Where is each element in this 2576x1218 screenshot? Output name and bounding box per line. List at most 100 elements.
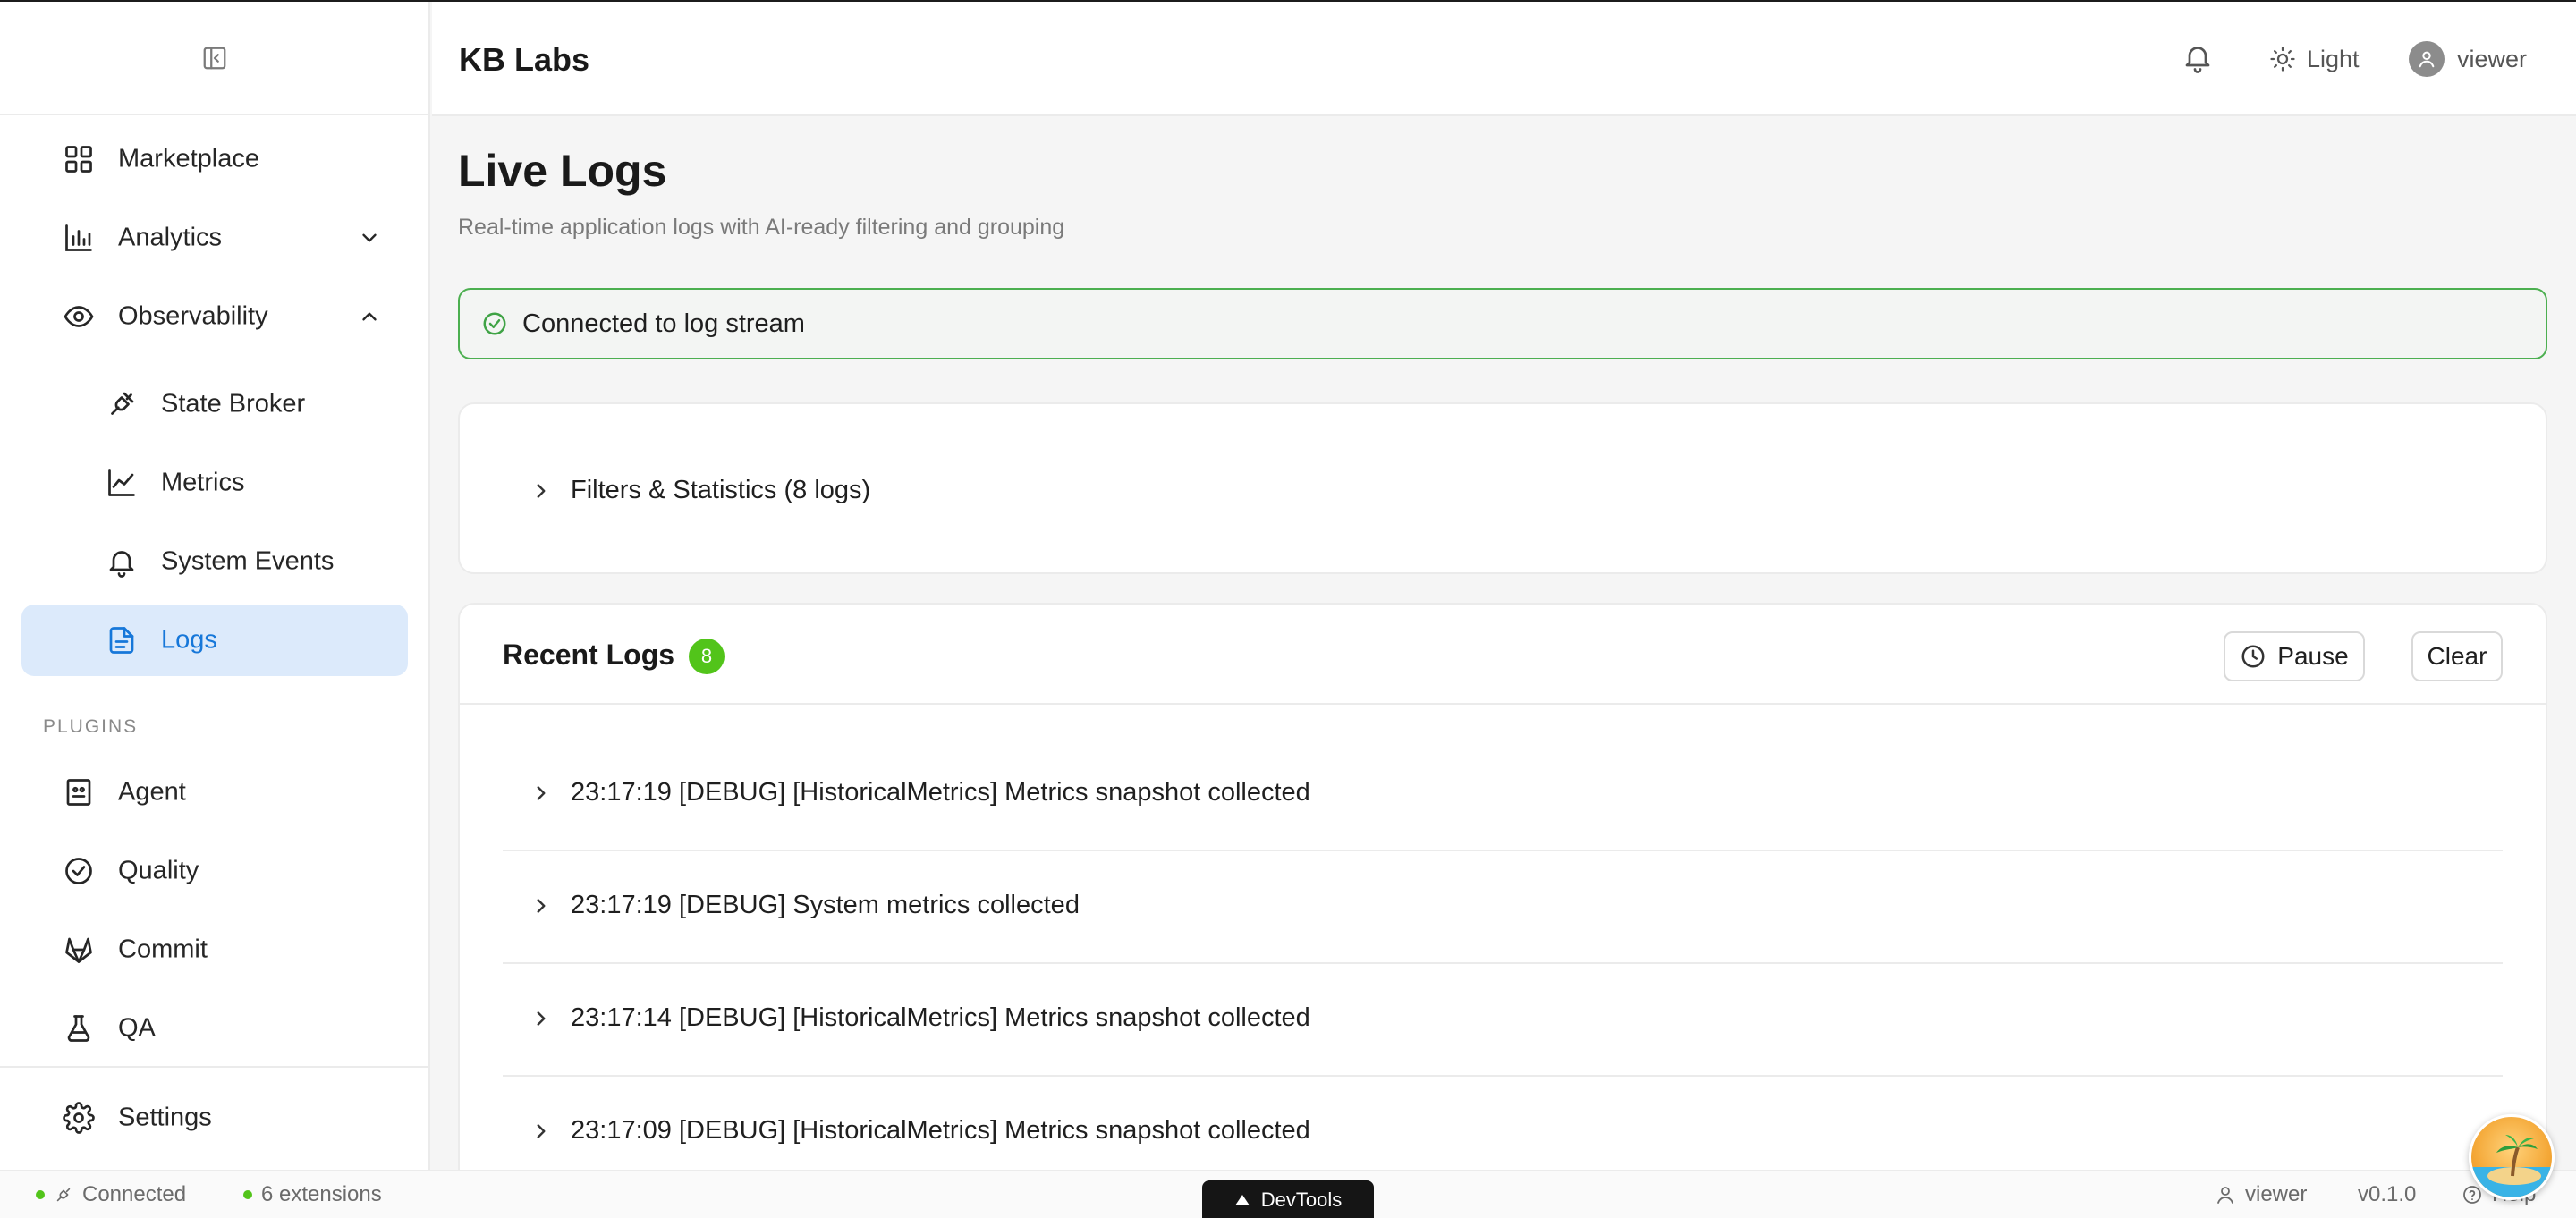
flask-icon (67, 1015, 90, 1042)
log-entry-toggle[interactable]: 23:17:14 [DEBUG] [HistoricalMetrics] Met… (530, 1003, 1310, 1033)
chevron-right-icon (537, 483, 546, 498)
user-icon (2217, 1187, 2233, 1204)
eye-icon (64, 306, 94, 327)
sidebar-item-label: Observability (118, 301, 268, 331)
status-dot (243, 1190, 252, 1199)
triangle-up-icon (1234, 1195, 1250, 1205)
grid-icon (65, 146, 92, 173)
gear-icon (63, 1102, 95, 1134)
sidebar-item-label: System Events (161, 546, 335, 576)
status-bar: Connected 6 extensions DevTools viewer v… (0, 1170, 2576, 1218)
line-chart-icon (108, 469, 135, 496)
chevron-right-icon (537, 898, 546, 913)
sidebar-item-metrics[interactable]: Metrics (21, 447, 408, 519)
sidebar-item-settings[interactable]: Settings (21, 1082, 408, 1154)
user-menu-button[interactable]: viewer (2409, 38, 2527, 80)
log-entry-text: 23:17:14 [DEBUG] [HistoricalMetrics] Met… (571, 1003, 1310, 1032)
gitlab-icon (65, 937, 92, 963)
pause-button[interactable]: Pause (2224, 631, 2365, 681)
sidebar-item-label: Metrics (161, 468, 245, 497)
plug-icon (111, 392, 134, 415)
sidebar-item-state-broker[interactable]: State Broker (21, 368, 408, 440)
log-entry-toggle[interactable]: 23:17:19 [DEBUG] System metrics collecte… (530, 891, 1080, 920)
chevron-right-icon (537, 1011, 546, 1026)
file-text-icon (109, 627, 134, 654)
chevron-right-icon (537, 785, 546, 800)
sun-icon (2270, 47, 2295, 72)
sidebar-divider (0, 1066, 428, 1068)
page-title: Live Logs (458, 146, 667, 196)
sidebar-item-label: Logs (161, 625, 217, 655)
check-circle-icon (65, 858, 92, 884)
recent-logs-title: Recent Logs (503, 639, 675, 671)
clear-button[interactable]: Clear (2411, 631, 2503, 681)
log-entry-text: 23:17:19 [DEBUG] [HistoricalMetrics] Met… (571, 778, 1310, 807)
recent-logs-panel: Recent Logs 8 Pause Clear 23:17:19 [DEBU… (458, 603, 2547, 1218)
user-icon (2419, 51, 2435, 68)
log-entry-toggle[interactable]: 23:17:09 [DEBUG] [HistoricalMetrics] Met… (530, 1116, 1310, 1146)
sidebar-item-label: Commit (118, 935, 208, 964)
footer-user-label: viewer (2245, 1182, 2308, 1206)
avatar (2409, 41, 2445, 77)
plugins-heading: PLUGINS (43, 716, 139, 737)
sidebar-item-system-events[interactable]: System Events (21, 526, 408, 597)
devtools-toggle[interactable]: DevTools (1202, 1180, 1374, 1218)
log-entry: 23:17:19 [DEBUG] System metrics collecte… (503, 851, 2503, 964)
filters-panel: Filters & Statistics (8 logs) (458, 402, 2547, 574)
filters-label: Filters & Statistics (8 logs) (571, 476, 871, 504)
panel-left-icon (203, 47, 225, 69)
chevron-down-icon (362, 233, 377, 242)
plug-icon (56, 1188, 71, 1202)
log-entry: 23:17:14 [DEBUG] [HistoricalMetrics] Met… (503, 964, 2503, 1077)
bar-chart-icon (65, 224, 92, 251)
status-dot (36, 1190, 45, 1199)
recent-logs-header: Recent Logs 8 Pause Clear (460, 605, 2546, 705)
app-brand: KB Labs (459, 41, 590, 78)
bell-icon (2185, 47, 2210, 73)
sidebar-item-observability[interactable]: Observability (21, 281, 408, 352)
sidebar-item-label: Quality (118, 856, 199, 885)
connection-label: Connected (82, 1182, 187, 1206)
sidebar-collapse-button[interactable] (193, 37, 236, 80)
connection-status: Connected (36, 1182, 186, 1207)
sidebar-item-marketplace[interactable]: Marketplace (21, 123, 408, 195)
sidebar-header (0, 2, 428, 115)
clock-icon (2241, 645, 2265, 668)
theme-label: Light (2307, 45, 2360, 72)
sidebar-item-qa[interactable]: QA (21, 993, 408, 1064)
extensions-label: 6 extensions (261, 1182, 382, 1206)
help-circle-icon (2463, 1186, 2481, 1204)
sidebar-item-label: State Broker (161, 389, 306, 419)
page-subtitle: Real-time application logs with AI-ready… (458, 215, 1065, 240)
check-circle-icon (483, 312, 506, 335)
connection-alert: Connected to log stream (458, 288, 2547, 359)
sidebar-item-label: Marketplace (118, 144, 259, 173)
filters-toggle[interactable]: Filters & Statistics (8 logs) (530, 476, 870, 505)
chevron-right-icon (537, 1123, 546, 1138)
log-entry-toggle[interactable]: 23:17:19 [DEBUG] [HistoricalMetrics] Met… (530, 778, 1310, 808)
log-entry: 23:17:19 [DEBUG] [HistoricalMetrics] Met… (503, 739, 2503, 851)
sidebar-item-quality[interactable]: Quality (21, 835, 408, 907)
pause-label: Pause (2277, 642, 2349, 670)
footer-user: viewer (2215, 1182, 2307, 1207)
sidebar-item-label: Agent (118, 777, 186, 807)
sidebar-item-agent[interactable]: Agent (21, 757, 408, 828)
version-label: v0.1.0 (2358, 1182, 2417, 1206)
alert-message: Connected to log stream (522, 309, 805, 338)
user-label: viewer (2457, 45, 2528, 72)
log-count-badge: 8 (689, 639, 724, 674)
theme-toggle-button[interactable]: Light (2269, 38, 2360, 80)
bell-icon (109, 551, 134, 578)
robot-icon (66, 779, 91, 806)
assistant-launcher-button[interactable] (2469, 1114, 2555, 1200)
extensions-status[interactable]: 6 extensions (243, 1182, 382, 1207)
clear-label: Clear (2427, 642, 2487, 670)
sidebar-item-logs[interactable]: Logs (21, 605, 408, 676)
chevron-up-icon (362, 312, 377, 321)
notifications-button[interactable] (2182, 41, 2217, 77)
top-header: KB Labs Light viewer (432, 2, 2576, 116)
sidebar-item-commit[interactable]: Commit (21, 914, 408, 985)
log-entry-text: 23:17:19 [DEBUG] System metrics collecte… (571, 891, 1080, 919)
sidebar-item-analytics[interactable]: Analytics (21, 202, 408, 274)
sidebar-item-label: QA (118, 1013, 156, 1043)
